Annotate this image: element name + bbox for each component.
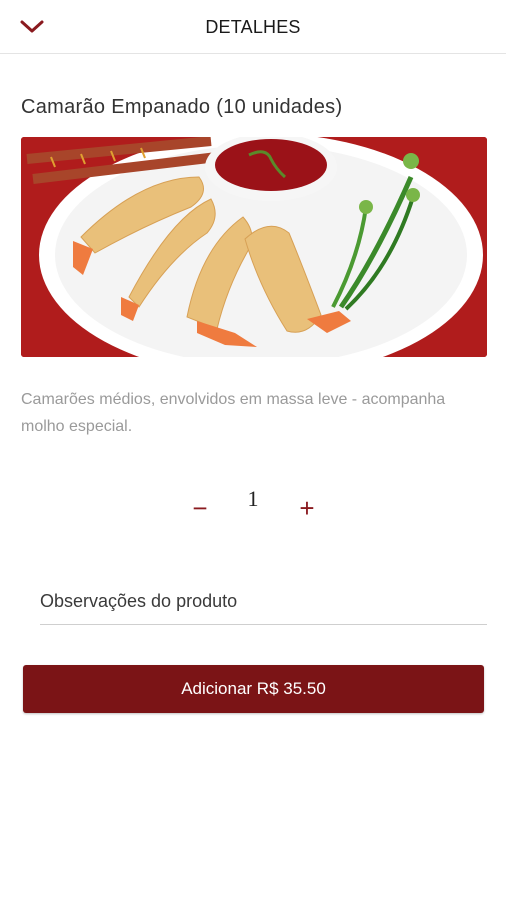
top-bar: DETALHES xyxy=(0,0,506,54)
add-to-cart-button[interactable]: Adicionar R$ 35.50 xyxy=(23,665,484,713)
plus-icon: + xyxy=(299,493,315,523)
increase-quantity-button[interactable]: + xyxy=(289,488,325,528)
product-image xyxy=(21,137,487,357)
quantity-value: 1 xyxy=(247,486,259,511)
page-title: DETALHES xyxy=(205,17,301,37)
product-description: Camarões médios, envolvidos em massa lev… xyxy=(21,391,446,435)
decrease-quantity-button[interactable]: − xyxy=(182,488,218,528)
minus-icon: − xyxy=(192,493,208,523)
product-notes-input[interactable] xyxy=(40,579,487,625)
product-title: Camarão Empanado (10 unidades) xyxy=(21,96,343,118)
